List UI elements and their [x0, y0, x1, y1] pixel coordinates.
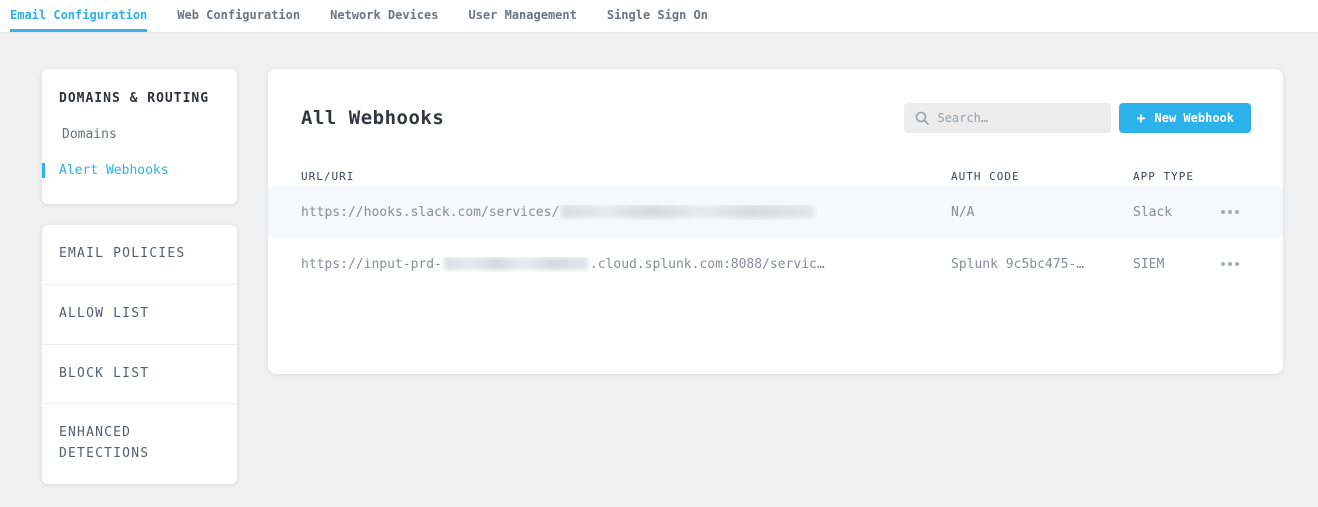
row-actions-ellipsis-icon[interactable]: [1219, 204, 1241, 220]
sidebar-item-alert-webhooks[interactable]: Alert Webhooks: [42, 163, 237, 178]
tab-web-configuration[interactable]: Web Configuration: [177, 0, 300, 32]
column-header-url-uri: URL/URI: [301, 170, 951, 183]
webhook-url: https://hooks.slack.com/services/: [301, 205, 951, 220]
webhook-url: https://input-prd-.cloud.splunk.com:8088…: [301, 257, 951, 272]
search-input[interactable]: [937, 111, 1100, 125]
table-row: https://hooks.slack.com/services/ N/A Sl…: [268, 186, 1283, 238]
webhook-app-type: SIEM: [1133, 257, 1210, 272]
sidebar-sections-card: EMAIL POLICIES ALLOW LIST BLOCK LIST ENH…: [42, 225, 237, 484]
sidebar-item-email-policies[interactable]: EMAIL POLICIES: [42, 225, 237, 285]
tab-email-configuration[interactable]: Email Configuration: [10, 0, 147, 32]
row-actions-ellipsis-icon[interactable]: [1219, 256, 1241, 272]
tab-single-sign-on[interactable]: Single Sign On: [607, 0, 708, 32]
webhooks-table: URL/URI AUTH CODE APP TYPE https://hooks…: [268, 166, 1283, 290]
top-tab-bar: Email Configuration Web Configuration Ne…: [0, 0, 1318, 33]
webhook-auth-code: N/A: [951, 205, 1133, 220]
page-title: All Webhooks: [301, 107, 444, 129]
column-header-app-type: APP TYPE: [1133, 170, 1210, 183]
sidebar-domains-routing-card: DOMAINS & ROUTING Domains Alert Webhooks: [42, 69, 237, 204]
sidebar-item-enhanced-detections[interactable]: ENHANCED DETECTIONS: [42, 404, 237, 484]
new-webhook-button[interactable]: + New Webhook: [1119, 103, 1251, 133]
plus-icon: +: [1136, 111, 1145, 126]
sidebar-item-allow-list[interactable]: ALLOW LIST: [42, 285, 237, 345]
new-webhook-button-label: New Webhook: [1155, 111, 1234, 125]
sidebar-item-block-list[interactable]: BLOCK LIST: [42, 345, 237, 405]
search-box: [904, 103, 1111, 133]
header-actions: + New Webhook: [904, 103, 1251, 133]
webhooks-panel: All Webhooks + New Webhook URL/URI AUTH …: [268, 69, 1283, 374]
table-header-row: URL/URI AUTH CODE APP TYPE: [268, 166, 1283, 186]
search-icon: [915, 111, 929, 125]
table-row: https://input-prd-.cloud.splunk.com:8088…: [268, 238, 1283, 290]
redacted-url-segment: [561, 205, 814, 218]
domains-routing-heading: DOMAINS & ROUTING: [42, 91, 237, 106]
panel-header: All Webhooks + New Webhook: [301, 103, 1251, 133]
sidebar-item-domains[interactable]: Domains: [42, 127, 237, 142]
tab-network-devices[interactable]: Network Devices: [330, 0, 438, 32]
webhook-app-type: Slack: [1133, 205, 1210, 220]
tab-user-management[interactable]: User Management: [468, 0, 576, 32]
webhook-auth-code: Splunk 9c5bc475-…: [951, 257, 1133, 272]
redacted-url-segment: [444, 257, 588, 270]
column-header-auth-code: AUTH CODE: [951, 170, 1133, 183]
